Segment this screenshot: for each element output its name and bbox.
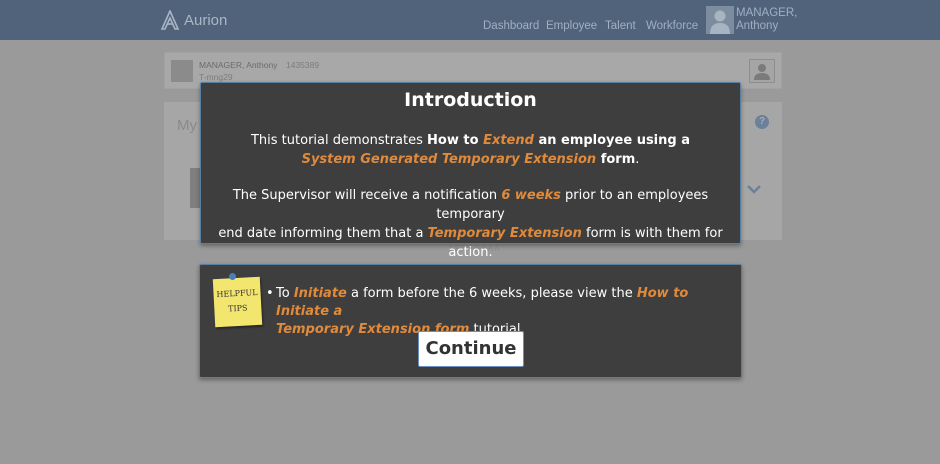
intro-highlight-temp-extension: Temporary Extension: [427, 226, 582, 241]
intro-text: The Supervisor will receive a notificati…: [232, 188, 502, 203]
nav-talent[interactable]: Talent: [605, 20, 636, 32]
intro-bold-text: form: [596, 152, 636, 167]
tip-highlight-initiate: Initiate: [293, 286, 347, 301]
user-menu[interactable]: MANAGER, Anthony: [736, 7, 797, 33]
aurion-logo[interactable]: Aurion: [160, 9, 227, 31]
intro-bold-text: How to: [427, 133, 484, 148]
profile-button[interactable]: [749, 59, 775, 83]
intro-highlight-form-name: System Generated Temporary Extension: [301, 152, 597, 167]
chevron-down-icon[interactable]: [747, 184, 761, 194]
note-line-1: HELPFUL: [216, 287, 258, 300]
introduction-title: Introduction: [404, 89, 537, 111]
helpful-tips-sticky-note: HELPFUL TIPS: [212, 276, 263, 328]
nav-employee[interactable]: Employee: [546, 20, 597, 32]
aurion-logo-icon: [160, 10, 180, 30]
user-silhouette-icon: [710, 10, 730, 34]
top-navigation-bar: Aurion Dashboard Employee Talent Workfor…: [0, 0, 940, 40]
intro-highlight-extend: Extend: [483, 133, 534, 148]
bullet: •: [266, 286, 274, 301]
tip-text-part: a form before the 6 weeks, please view t…: [346, 286, 637, 301]
person-icon: [754, 64, 770, 80]
note-line-2: TIPS: [227, 303, 248, 314]
nav-dashboard[interactable]: Dashboard: [483, 20, 539, 32]
helpful-tips-panel: HELPFUL TIPS • To Initiate a form before…: [199, 264, 742, 378]
user-avatar[interactable]: [706, 6, 734, 34]
introduction-panel: Introduction This tutorial demonstrates …: [200, 82, 741, 260]
employee-id: 1435389: [286, 60, 320, 70]
tip-text-part: To: [276, 286, 294, 301]
employee-avatar: [171, 60, 193, 82]
intro-text: .: [635, 152, 640, 167]
nav-workforce[interactable]: Workforce: [646, 20, 698, 32]
card-title: My: [177, 117, 197, 134]
user-name-line1: MANAGER,: [736, 7, 798, 19]
continue-button[interactable]: Continue: [418, 331, 524, 367]
pin-icon: [229, 273, 236, 280]
intro-text: This tutorial demonstrates: [250, 133, 428, 148]
intro-bold-text: an employee using a: [533, 133, 690, 148]
brand-name: Aurion: [184, 11, 228, 29]
intro-paragraph-2: The Supervisor will receive a notificati…: [201, 186, 740, 262]
intro-highlight-weeks: 6 weeks: [501, 188, 561, 203]
intro-paragraph-1: This tutorial demonstrates How to Extend…: [201, 131, 740, 169]
employee-name: MANAGER, Anthony: [199, 60, 278, 70]
intro-text: end date informing them that a: [218, 226, 428, 241]
help-icon[interactable]: ?: [755, 115, 769, 129]
employee-position: T-mng29: [199, 72, 233, 82]
user-name-line2: Anthony: [736, 20, 779, 32]
